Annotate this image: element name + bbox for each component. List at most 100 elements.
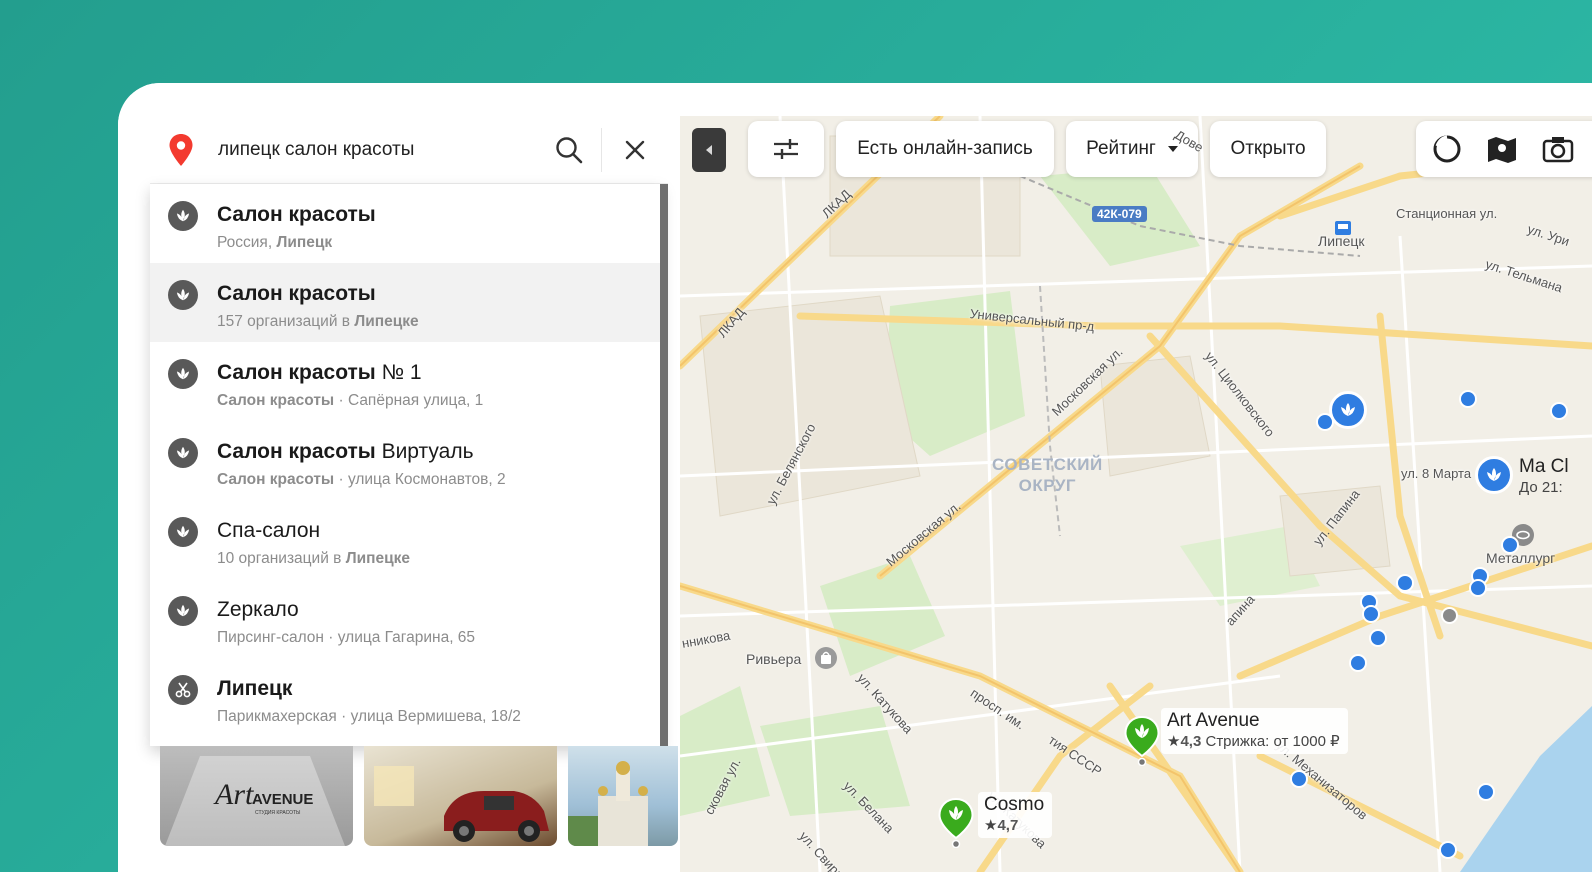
online-booking-label: Есть онлайн-запись: [857, 138, 1033, 159]
suggestion-title-match: Салон красоты: [217, 440, 376, 463]
suggestion-text: Спа-салон 10 организаций в Липецке: [217, 518, 410, 570]
poi-marker[interactable]: [1369, 629, 1387, 647]
highway-badge: 42К-079: [1092, 206, 1147, 222]
vintage-car-photo: [374, 766, 549, 842]
suggestion-category-icon: [168, 201, 198, 231]
map-label-metallurg[interactable]: Металлург: [1486, 550, 1555, 566]
poi-marker[interactable]: [1362, 605, 1380, 623]
suggestion-title: Салон красоты Виртуаль: [217, 439, 506, 465]
poi-marker[interactable]: [1349, 654, 1367, 672]
clear-search-button[interactable]: [620, 135, 650, 165]
lotus-icon: [176, 288, 190, 301]
price-info: Стрижка: от 1000 ₽: [1205, 733, 1340, 750]
suggestion-text: Салон красоты Виртуаль Салон красоты · ул…: [217, 439, 506, 491]
suggestion-item[interactable]: Салон красоты Россия, Липецк: [150, 184, 662, 263]
lotus-icon: [1487, 468, 1501, 481]
poi-marker[interactable]: [1290, 770, 1308, 788]
beauty-salon-marker[interactable]: [1329, 391, 1367, 429]
suggestion-subtitle: Салон красоты · Сапёрная улица, 1: [217, 390, 483, 412]
map-layers-icon[interactable]: [1486, 134, 1518, 164]
suggestion-item[interactable]: Zеркало Пирсинг-салон · улица Гагарина, 6…: [150, 579, 662, 658]
search-button[interactable]: [551, 132, 587, 168]
scrollbar-thumb[interactable]: [660, 184, 668, 746]
chevron-down-icon: [1167, 146, 1178, 152]
suggestion-text: Салон красоты 157 организаций в Липецке: [217, 281, 419, 333]
suggestion-category-icon: [168, 675, 198, 705]
suggestion-subtitle-city: Липецке: [354, 313, 419, 330]
suggestion-subtitle: Пирсинг-салон · улица Гагарина, 65: [217, 627, 475, 649]
selected-salon-pin[interactable]: [1124, 716, 1160, 766]
map-view[interactable]: Есть онлайн-запись Рейтинг Открыто 42К-0…: [680, 116, 1592, 872]
lotus-icon: [176, 209, 190, 222]
close-icon: [625, 140, 645, 160]
open-now-filter[interactable]: Открыто: [1210, 121, 1326, 177]
suggestion-subtitle-text: · Сапёрная улица, 1: [334, 392, 484, 409]
collapse-panel-button[interactable]: [692, 128, 726, 172]
poi-marker-grey[interactable]: [1441, 607, 1458, 624]
selected-salon-pin[interactable]: [938, 798, 974, 848]
online-booking-filter[interactable]: Есть онлайн-запись: [836, 121, 1054, 177]
rating-value: 4,3: [1180, 733, 1202, 750]
poi-marker[interactable]: [1396, 574, 1414, 592]
poi-card-name: Cosmo: [984, 794, 1045, 815]
suggestion-list: Салон красоты Россия, Липецк Салон красоты…: [150, 184, 662, 746]
suggestion-title: Салон красоты: [217, 202, 376, 228]
poi-card-hours: До 21:: [1519, 479, 1563, 496]
suggestion-subtitle-text: Пирсинг-салон · улица Гагарина, 65: [217, 629, 476, 646]
search-input[interactable]: [216, 138, 551, 162]
suggestion-item[interactable]: Липецк Парикмахерская · улица Вермишева, …: [150, 658, 662, 737]
poi-marker[interactable]: [1469, 579, 1487, 597]
poi-card-cosmo[interactable]: Cosmo ★4,7: [978, 792, 1053, 838]
filters-button[interactable]: [748, 121, 824, 177]
lotus-icon: [176, 367, 190, 380]
suggestion-title: Zеркало: [217, 597, 475, 623]
alice-icon[interactable]: [1432, 134, 1462, 164]
art-avenue-logo: Art AVENUE СТУДИЯ КРАСОТЫ: [165, 756, 345, 846]
suggestion-title: Липецк: [217, 676, 521, 702]
poi-marker[interactable]: [1459, 390, 1477, 408]
lotus-icon: [176, 525, 190, 538]
suggestion-text: Салон красоты Россия, Липецк: [217, 202, 376, 254]
camera-icon[interactable]: [1542, 135, 1574, 163]
suggestion-subtitle-city: Липецке: [345, 550, 411, 567]
lotus-icon: [1341, 403, 1355, 416]
layers-toolbar: [1416, 121, 1592, 177]
suggestion-subtitle: Россия, Липецк: [217, 232, 376, 254]
suggestion-subtitle-category: Салон красоты: [217, 392, 335, 409]
suggestion-title-rest: Спа-салон: [217, 519, 321, 542]
poi-card-meta: ★4,7: [984, 817, 1019, 834]
suggestion-title-match: Липецк: [217, 677, 293, 700]
suggestion-item[interactable]: Салон красоты Виртуаль Салон красоты · ул…: [150, 421, 662, 500]
lotus-icon: [176, 446, 190, 459]
poi-marker[interactable]: [1550, 402, 1568, 420]
beauty-salon-marker[interactable]: [1475, 456, 1513, 494]
map-label-street: Станционная ул.: [1396, 206, 1498, 221]
suggestion-item[interactable]: Салон красоты № 1 Салон красоты · Сапёрна…: [150, 342, 662, 421]
suggestion-category-icon: [168, 359, 198, 389]
suggestion-title: Салон красоты: [217, 281, 419, 307]
suggestion-item[interactable]: Салон красоты 157 организаций в Липецке: [150, 263, 662, 342]
poi-card-meta: ★4,3 Стрижка: от 1000 ₽: [1167, 733, 1340, 750]
open-now-label: Открыто: [1230, 138, 1306, 159]
suggestion-subtitle-text: Парикмахерская · улица Вермишева, 18/2: [217, 708, 521, 725]
suggestion-title-rest: Zеркало: [217, 598, 299, 621]
suggestion-item[interactable]: Спа-салон 10 организаций в Липецке: [150, 500, 662, 579]
suggestion-text: Липецк Парикмахерская · улица Вермишева, …: [217, 676, 521, 728]
suggestion-subtitle: Парикмахерская · улица Вермишева, 18/2: [217, 706, 521, 728]
photo-card[interactable]: [568, 746, 678, 846]
poi-marker[interactable]: [1477, 783, 1495, 801]
poi-marker[interactable]: [1501, 536, 1519, 554]
suggestion-title-match: Салон красоты: [217, 203, 376, 226]
poi-marker[interactable]: [1439, 841, 1457, 859]
suggestion-text: Zеркало Пирсинг-салон · улица Гагарина, 6…: [217, 597, 475, 649]
suggestion-title: Спа-салон: [217, 518, 410, 544]
photo-card[interactable]: Art AVENUE СТУДИЯ КРАСОТЫ: [160, 746, 353, 846]
church-photo: [568, 761, 648, 846]
search-bar: [150, 117, 668, 184]
suggestion-category-icon: [168, 517, 198, 547]
poi-card-name[interactable]: Ma Cl: [1519, 456, 1569, 478]
photo-card[interactable]: [364, 746, 557, 846]
suggestion-category-icon: [168, 596, 198, 626]
poi-card-art-avenue[interactable]: Art Avenue ★4,3 Стрижка: от 1000 ₽: [1161, 708, 1348, 754]
map-label-riviera[interactable]: Ривьера: [746, 651, 801, 667]
